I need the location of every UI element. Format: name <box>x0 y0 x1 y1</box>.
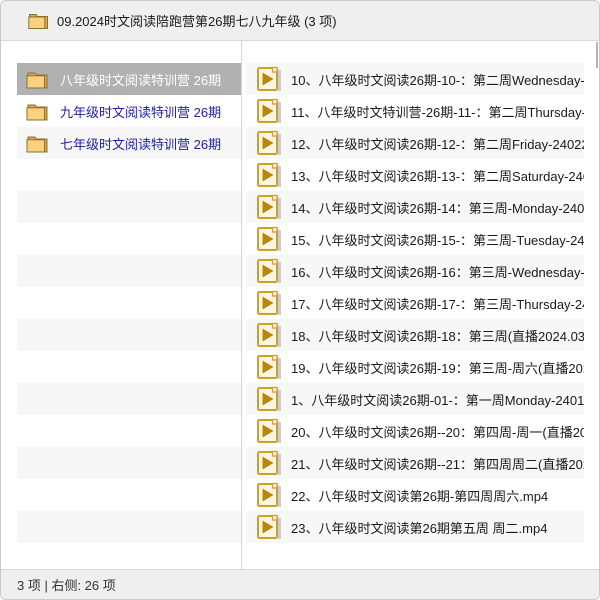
file-row[interactable]: 12、八年级时文阅读26期-12-：第二周Friday-240229(... <box>246 127 584 159</box>
folder-icon <box>26 70 49 89</box>
file-row[interactable]: 1、八年级时文阅读26期-01-：第一周Monday-240125.(... <box>246 383 584 415</box>
file-name-label: 17、八年级时文阅读26期-17-：第三周-Thursday-2403... <box>291 294 584 313</box>
media-play-file-icon <box>256 354 282 380</box>
file-row[interactable]: 20、八年级时文阅读26期--20：第四周-周一(直播2024.04.... <box>246 415 584 447</box>
file-row[interactable]: 18、八年级时文阅读26期-18：第三周(直播2024.03.15).... <box>246 319 584 351</box>
content-area: 八年级时文阅读特训营 26期 九年级时文阅读特训营 26期 <box>1 41 599 569</box>
empty-row <box>17 479 241 511</box>
file-row[interactable]: 22、八年级时文阅读第26期-第四周周六.mp4 <box>246 479 584 511</box>
file-row[interactable]: 17、八年级时文阅读26期-17-：第三周-Thursday-2403... <box>246 287 584 319</box>
media-play-file-icon <box>256 450 282 476</box>
file-list-panel: 10、八年级时文阅读26期-10-：第二周Wednesday-2402... 11… <box>242 41 599 569</box>
sidebar-item-grade9[interactable]: 九年级时文阅读特训营 26期 <box>17 95 241 127</box>
status-bar: 3 项 | 右侧: 26 项 <box>1 569 599 599</box>
empty-row <box>17 223 241 255</box>
status-text: 3 项 | 右侧: 26 项 <box>17 575 116 594</box>
file-name-label: 15、八年级时文阅读26期-15-：第三周-Tuesday-24030... <box>291 230 584 249</box>
file-row[interactable]: 14、八年级时文阅读26期-14：第三周-Monday-240306(... <box>246 191 584 223</box>
media-play-file-icon <box>256 98 282 124</box>
file-name-label: 20、八年级时文阅读26期--20：第四周-周一(直播2024.04.... <box>291 422 584 441</box>
media-play-file-icon <box>256 418 282 444</box>
file-row[interactable]: 10、八年级时文阅读26期-10-：第二周Wednesday-2402... <box>246 63 584 95</box>
file-manager-window: 09.2024时文阅读陪跑营第26期七八九年级 (3 项) 八年级时文阅读特训营… <box>0 0 600 600</box>
file-row[interactable]: 21、八年级时文阅读26期--21：第四周周二(直播2024.04.0... <box>246 447 584 479</box>
empty-row <box>17 287 241 319</box>
file-name-label: 10、八年级时文阅读26期-10-：第二周Wednesday-2402... <box>291 70 584 89</box>
media-play-file-icon <box>256 514 282 540</box>
empty-row <box>17 255 241 287</box>
file-name-label: 19、八年级时文阅读26期-19：第三周-周六(直播2024.03.1... <box>291 358 584 377</box>
empty-row <box>17 511 241 543</box>
sidebar-item-label: 九年级时文阅读特训营 26期 <box>60 102 221 121</box>
sidebar-item-label: 七年级时文阅读特训营 26期 <box>60 134 221 153</box>
empty-row <box>17 319 241 351</box>
media-play-file-icon <box>256 258 282 284</box>
scrollbar-thumb[interactable] <box>596 42 598 68</box>
media-play-file-icon <box>256 66 282 92</box>
empty-row <box>17 191 241 223</box>
media-play-file-icon <box>256 194 282 220</box>
file-name-label: 23、八年级时文阅读第26期第五周 周二.mp4 <box>291 518 547 537</box>
file-name-label: 1、八年级时文阅读26期-01-：第一周Monday-240125.(... <box>291 390 584 409</box>
file-name-label: 16、八年级时文阅读26期-16：第三周-Wednesday-2403... <box>291 262 584 281</box>
folder-sidebar: 八年级时文阅读特训营 26期 九年级时文阅读特训营 26期 <box>1 41 242 569</box>
file-name-label: 12、八年级时文阅读26期-12-：第二周Friday-240229(... <box>291 134 584 153</box>
page-title: 09.2024时文阅读陪跑营第26期七八九年级 (3 项) <box>57 11 337 30</box>
file-name-label: 14、八年级时文阅读26期-14：第三周-Monday-240306(... <box>291 198 584 217</box>
empty-row <box>17 351 241 383</box>
media-play-file-icon <box>256 322 282 348</box>
file-name-label: 11、八年级时文特训营-26期-11-：第二周Thursday-240... <box>291 102 584 121</box>
sidebar-item-grade8[interactable]: 八年级时文阅读特训营 26期 <box>17 63 241 95</box>
file-name-label: 21、八年级时文阅读26期--21：第四周周二(直播2024.04.0... <box>291 454 584 473</box>
file-name-label: 18、八年级时文阅读26期-18：第三周(直播2024.03.15).... <box>291 326 584 345</box>
file-name-label: 13、八年级时文阅读26期-13-：第二周Saturday-24030... <box>291 166 584 185</box>
file-row[interactable]: 13、八年级时文阅读26期-13-：第二周Saturday-24030... <box>246 159 584 191</box>
media-play-file-icon <box>256 386 282 412</box>
media-play-file-icon <box>256 226 282 252</box>
header-bar: 09.2024时文阅读陪跑营第26期七八九年级 (3 项) <box>1 1 599 41</box>
empty-row <box>17 447 241 479</box>
media-play-file-icon <box>256 482 282 508</box>
sidebar-item-label: 八年级时文阅读特训营 26期 <box>60 70 221 89</box>
media-play-file-icon <box>256 162 282 188</box>
file-row[interactable]: 19、八年级时文阅读26期-19：第三周-周六(直播2024.03.1... <box>246 351 584 383</box>
folder-icon <box>28 12 49 30</box>
file-row[interactable]: 11、八年级时文特训营-26期-11-：第二周Thursday-240... <box>246 95 584 127</box>
media-play-file-icon <box>256 130 282 156</box>
empty-row <box>17 383 241 415</box>
folder-icon <box>26 102 49 121</box>
empty-row <box>17 415 241 447</box>
file-row[interactable]: 15、八年级时文阅读26期-15-：第三周-Tuesday-24030... <box>246 223 584 255</box>
sidebar-item-grade7[interactable]: 七年级时文阅读特训营 26期 <box>17 127 241 159</box>
file-row[interactable]: 16、八年级时文阅读26期-16：第三周-Wednesday-2403... <box>246 255 584 287</box>
file-row[interactable]: 23、八年级时文阅读第26期第五周 周二.mp4 <box>246 511 584 543</box>
empty-row <box>17 159 241 191</box>
file-name-label: 22、八年级时文阅读第26期-第四周周六.mp4 <box>291 486 548 505</box>
media-play-file-icon <box>256 290 282 316</box>
folder-icon <box>26 134 49 153</box>
